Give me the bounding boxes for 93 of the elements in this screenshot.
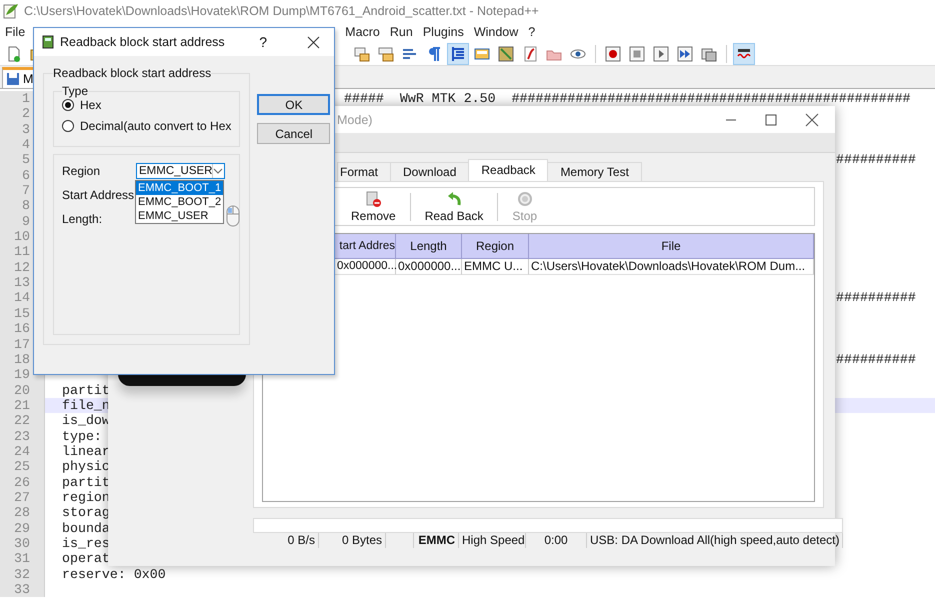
region-dropdown[interactable]: EMMC_USER: [136, 163, 225, 179]
radio-button[interactable]: [62, 99, 74, 111]
status-text: 0:00: [526, 533, 587, 548]
dialog-button[interactable]: Cancel: [257, 123, 330, 144]
table-cell: EMMC U...: [462, 259, 529, 275]
maximize-icon[interactable]: [765, 114, 777, 126]
dropdown-option[interactable]: EMMC_BOOT_1: [136, 181, 223, 195]
help-button[interactable]: ?: [259, 34, 267, 50]
toolbar-button[interactable]: Remove: [345, 190, 402, 222]
line-number: 20: [0, 382, 45, 398]
status-text: High Speed: [459, 533, 526, 548]
indent-guide-icon[interactable]: [448, 44, 468, 64]
back-arrow-icon: [446, 190, 462, 206]
window-title: C:\Users\Hovatek\Downloads\Hovatek\ROM Dump\MT6761_Android_scatter.txt - Notepad++: [24, 4, 539, 18]
database-remove-icon: [365, 190, 382, 206]
line-number: 29: [0, 520, 45, 536]
status-text: EMMC: [414, 533, 459, 548]
code-text: storag: [62, 505, 110, 521]
stop-icon[interactable]: [627, 44, 647, 64]
menu-item[interactable]: Plugins: [418, 25, 469, 39]
line-number: 28: [0, 505, 45, 521]
line-number: 22: [0, 413, 45, 429]
column-header[interactable]: tart Addres: [337, 234, 396, 259]
tab[interactable]: Format: [337, 162, 392, 181]
line-number: 25: [0, 459, 45, 475]
code-text: ##########: [836, 290, 916, 306]
field-label: Length:: [62, 212, 104, 226]
tab[interactable]: Readback: [468, 159, 548, 181]
dropdown-option[interactable]: EMMC_BOOT_2: [136, 195, 223, 209]
line-number: 32: [0, 566, 45, 582]
code-text: reserve: 0x00: [62, 566, 166, 582]
line-number: 24: [0, 444, 45, 460]
tab[interactable]: Memory Test: [547, 162, 642, 181]
notepad-icon: [3, 3, 19, 19]
code-text: physic: [62, 459, 110, 475]
spell-check-icon[interactable]: [734, 44, 754, 64]
menu-item[interactable]: Macro: [340, 25, 385, 39]
column-header[interactable]: Length: [396, 234, 462, 259]
code-text: ##########: [836, 152, 916, 168]
code-text: partit: [62, 382, 110, 398]
menu-item[interactable]: Run: [384, 25, 418, 39]
column-header[interactable]: Region: [462, 234, 529, 259]
dialog-icon: [42, 35, 54, 49]
field-label: Region: [62, 164, 102, 178]
line-number: 33: [0, 582, 45, 598]
document-map-icon[interactable]: [496, 44, 516, 64]
fast-forward-icon[interactable]: [675, 44, 695, 64]
menu-item[interactable]: File: [0, 25, 30, 39]
save-icon: [6, 72, 20, 86]
radio-label[interactable]: Decimal(auto convert to Hex: [80, 119, 232, 133]
line-number: 26: [0, 474, 45, 490]
dialog-title: Readback block start address: [60, 35, 226, 49]
file-tab[interactable]: M: [2, 67, 35, 88]
menu-item[interactable]: ?: [523, 25, 540, 39]
radio-button[interactable]: [62, 120, 74, 132]
play-icon[interactable]: [651, 44, 671, 64]
code-text: partit: [62, 474, 110, 490]
code-text: ##### WwR MTK 2.50 ##################################################: [344, 91, 911, 106]
table-cell: 0x000000...: [337, 259, 396, 275]
code-text: is_res: [62, 536, 110, 552]
toolbar-button[interactable]: Read Back: [418, 190, 490, 222]
line-number: 21: [0, 398, 45, 414]
table-cell: 0x000000...: [396, 259, 462, 275]
table-cell: C:\Users\Hovatek\Downloads\Hovatek\ROM Dum...: [529, 259, 814, 275]
code-text: region: [62, 490, 110, 506]
stop-icon: [516, 190, 533, 206]
line-number: 30: [0, 536, 45, 552]
group-label: Type: [62, 84, 88, 98]
menu-item[interactable]: Window: [468, 25, 524, 39]
status-text: 0 B/s: [253, 533, 319, 548]
status-text: USB: DA Download All(high speed,auto detect): [587, 533, 844, 548]
status-text: 0 Bytes: [319, 533, 386, 548]
dropdown-option[interactable]: EMMC_USER: [136, 209, 223, 223]
line-number: 27: [0, 490, 45, 506]
mouse-icon: [226, 205, 240, 227]
code-text: ##########: [836, 352, 916, 368]
radio-label[interactable]: Hex: [80, 98, 102, 112]
code-text: linear: [62, 444, 110, 460]
group-label: Readback block start address: [53, 66, 212, 80]
code-text: file_n: [62, 398, 110, 414]
chevron-down-icon: [213, 167, 224, 175]
line-number: 23: [0, 428, 45, 444]
code-text: bounda: [62, 520, 110, 536]
record-icon[interactable]: [603, 44, 623, 64]
column-header[interactable]: File: [529, 234, 814, 259]
line-number: 31: [0, 551, 45, 567]
code-text: operat: [62, 551, 110, 567]
window-title: Mode): [337, 112, 374, 126]
close-icon[interactable]: [307, 36, 320, 48]
code-text: type:: [62, 428, 102, 444]
close-icon[interactable]: [805, 112, 819, 126]
dialog-button[interactable]: OK: [257, 94, 330, 115]
field-label: Start Address: [62, 188, 136, 202]
